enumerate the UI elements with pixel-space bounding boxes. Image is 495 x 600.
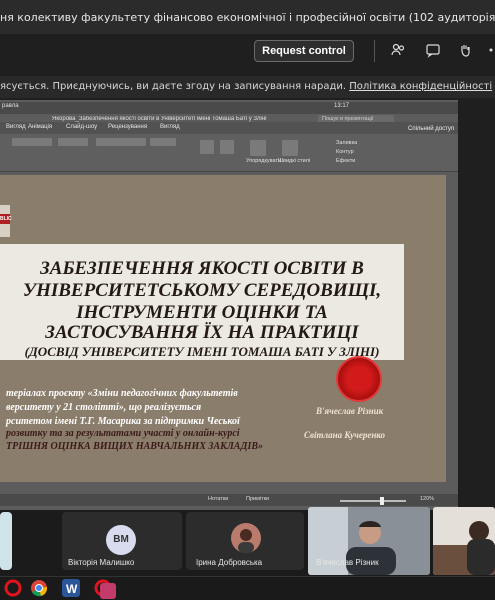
slide-subtitle: (ДОСВІД УНІВЕРСИТЕТУ ІМЕНІ ТОМАША БАТІ У… — [24, 344, 380, 359]
avatar — [231, 523, 261, 553]
meeting-controls — [0, 34, 495, 74]
people-icon[interactable] — [389, 42, 407, 60]
clock: 13:17 — [334, 103, 350, 109]
app-label: равла — [2, 103, 19, 109]
ribbon-control[interactable] — [200, 140, 214, 154]
chrome-icon[interactable] — [30, 579, 48, 597]
university-seal-icon — [336, 356, 382, 402]
meeting-title: ня колективу факультету фінансово економ… — [0, 11, 495, 24]
tab-slideshow[interactable]: Слайд-шоу — [66, 124, 97, 130]
slide-body-line: теріалах проєкту «Зміни педагогічних фак… — [6, 388, 238, 399]
app-icon[interactable] — [100, 583, 116, 599]
slide-title-line: УНІВЕРСИТЕТСЬКОМУ СЕРЕДОВИЩІ, — [22, 280, 382, 301]
comments-button[interactable]: Примітки — [246, 496, 269, 502]
slide-title-line: ЗАБЕЗПЕЧЕННЯ ЯКОСТІ ОСВІТИ В — [40, 258, 364, 279]
author-name: В'ячеслав Різник — [316, 406, 384, 416]
ribbon-styles-label[interactable]: Швидкі стилі — [278, 158, 310, 164]
logo: BLIC — [0, 214, 12, 224]
slide-body-line: верситету у 21 столітті», що реалізуєтьс… — [6, 402, 202, 413]
tab-animation[interactable]: Анімація — [28, 124, 52, 130]
chat-icon[interactable] — [424, 42, 442, 60]
tab-view[interactable]: Вигляд — [160, 124, 180, 130]
zoom-level[interactable]: 120% — [420, 496, 434, 502]
more-icon[interactable] — [482, 42, 495, 60]
word-icon[interactable]: W — [62, 579, 80, 597]
raise-hand-icon[interactable] — [456, 42, 474, 60]
ribbon-effects-label[interactable]: Ефекти — [336, 158, 355, 164]
divider — [374, 40, 375, 62]
teams-meeting-window: ня колективу факультету фінансово економ… — [0, 0, 495, 600]
ribbon-outline-label[interactable]: Контур — [336, 149, 354, 155]
ribbon-fill-label[interactable]: Заливка — [336, 140, 357, 146]
privacy-policy-link[interactable]: Політика конфіденційності — [349, 81, 492, 92]
zoom-slider-handle[interactable] — [380, 497, 384, 505]
ribbon-control[interactable] — [58, 138, 88, 146]
notes-button[interactable]: Нотатки — [208, 496, 228, 502]
slide-body-line: розвитку та за результатами участі у онл… — [6, 428, 240, 439]
slide-body-line: рситетом імені Т.Г. Масарика за підтримк… — [6, 416, 240, 427]
tab-review[interactable]: Рецензування — [108, 124, 147, 130]
participant-video[interactable] — [433, 507, 495, 575]
participant-tile[interactable] — [0, 512, 12, 570]
slide-body-line: ТРІШНЯ ОЦІНКА ВИЩИХ НАВЧАЛЬНИХ ЗАКЛАДІВ» — [6, 441, 264, 452]
avatar: ВМ — [106, 525, 136, 555]
recording-notice: ясується. Приєднуючись, ви даєте згоду н… — [0, 81, 495, 92]
ribbon-control[interactable] — [150, 138, 176, 146]
zoom-slider[interactable] — [340, 500, 406, 502]
ribbon-control[interactable] — [282, 140, 298, 156]
ribbon-control[interactable] — [250, 140, 266, 156]
participant-name: В'ячеслав Різник — [316, 558, 379, 567]
opera-icon[interactable] — [4, 579, 22, 597]
ribbon-control[interactable] — [12, 138, 52, 146]
notice-text: ясується. Приєднуючись, ви даєте згоду н… — [0, 81, 347, 92]
participant-name: Ірина Добровська — [196, 558, 263, 567]
participant-name: Вікторія Малишко — [68, 558, 135, 567]
author-name: Світлана Кучеренко — [304, 430, 386, 440]
ribbon-arrange-label[interactable]: Упорядкувати — [246, 158, 281, 164]
share-button[interactable]: Спільний доступ — [408, 126, 454, 132]
slide-title-line: ІНСТРУМЕНТИ ОЦІНКИ ТА — [76, 302, 328, 323]
ribbon-control[interactable] — [220, 140, 234, 154]
side-panel-strip — [458, 100, 495, 510]
svg-text:W: W — [66, 582, 78, 596]
tab-view-left[interactable]: Вигляд — [6, 124, 26, 130]
slide-title-line: ЗАСТОСУВАННЯ ЇХ НА ПРАКТИЦІ — [45, 322, 359, 343]
request-control-button[interactable]: Request control — [254, 40, 354, 62]
powerpoint-titlebar — [0, 102, 458, 114]
ribbon-control[interactable] — [96, 138, 146, 146]
